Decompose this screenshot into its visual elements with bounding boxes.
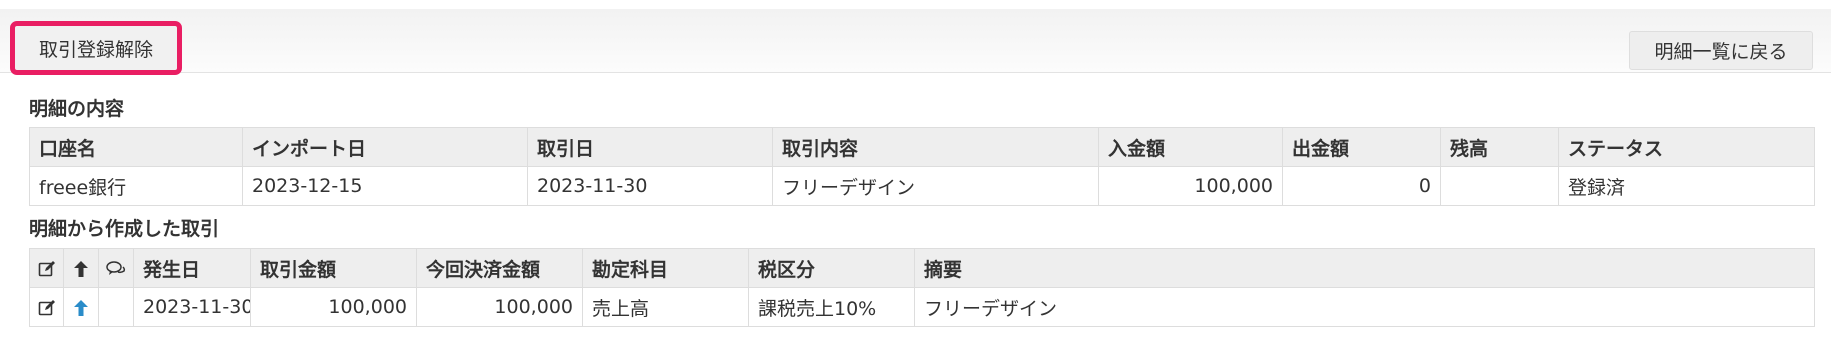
- arrow-column-header: [63, 248, 99, 288]
- column-header-import-date: インポート日: [242, 127, 528, 167]
- column-header-deposit: 入金額: [1098, 127, 1283, 167]
- column-header-transaction-date: 取引日: [527, 127, 773, 167]
- cell-import-date: 2023-12-15: [242, 166, 528, 206]
- column-header-date: 発生日: [133, 248, 251, 288]
- statement-table: 口座名 インポート日 取引日 取引内容 入金額 出金額 残高 ステータス fre…: [29, 127, 1815, 206]
- cell-transaction-date: 2023-11-30: [527, 166, 773, 206]
- column-header-tax-category: 税区分: [748, 248, 915, 288]
- arrow-up-icon[interactable]: [73, 299, 89, 317]
- cell-account-item: 売上高: [582, 287, 749, 327]
- edit-icon: [38, 260, 55, 276]
- cell-amount: 100,000: [250, 287, 417, 327]
- cell-account: freee銀行: [29, 166, 243, 206]
- column-header-withdrawal: 出金額: [1282, 127, 1441, 167]
- comment-column-header: [98, 248, 134, 288]
- column-header-amount: 取引金額: [250, 248, 417, 288]
- arrow-up-icon: [74, 260, 88, 277]
- column-header-settled-amount: 今回決済金額: [416, 248, 583, 288]
- unregister-transaction-button[interactable]: 取引登録解除: [10, 21, 182, 75]
- back-to-statement-list-button[interactable]: 明細一覧に戻る: [1629, 31, 1813, 70]
- statement-section-title: 明細の内容: [29, 98, 125, 120]
- column-header-memo: 摘要: [914, 248, 1815, 288]
- column-header-account: 口座名: [29, 127, 243, 167]
- statement-header-row: 口座名 インポート日 取引日 取引内容 入金額 出金額 残高 ステータス: [29, 127, 1815, 167]
- cell-date: 2023-11-30: [133, 287, 251, 327]
- column-header-balance: 残高: [1440, 127, 1559, 167]
- cell-balance: [1440, 166, 1559, 206]
- transactions-header-row: 発生日 取引金額 今回決済金額 勘定科目 税区分 摘要: [29, 248, 1815, 288]
- jump-to-transaction-cell[interactable]: [63, 287, 99, 327]
- comment-cell: [98, 287, 134, 327]
- table-row: 2023-11-30 100,000 100,000 売上高 課税売上10% フ…: [29, 287, 1815, 327]
- column-header-description: 取引内容: [772, 127, 1099, 167]
- column-header-account-item: 勘定科目: [582, 248, 749, 288]
- cell-status: 登録済: [1558, 166, 1815, 206]
- edit-transaction-cell[interactable]: [29, 287, 64, 327]
- table-row: freee銀行 2023-12-15 2023-11-30 フリーデザイン 10…: [29, 166, 1815, 206]
- cell-description: フリーデザイン: [772, 166, 1099, 206]
- transactions-section-title: 明細から作成した取引: [29, 218, 220, 240]
- comment-icon: [106, 260, 126, 275]
- cell-tax-category: 課税売上10%: [748, 287, 915, 327]
- cell-withdrawal: 0: [1282, 166, 1441, 206]
- cell-settled-amount: 100,000: [416, 287, 583, 327]
- cell-deposit: 100,000: [1098, 166, 1283, 206]
- edit-icon[interactable]: [38, 299, 56, 317]
- top-strip: [0, 0, 1831, 9]
- transactions-table: 発生日 取引金額 今回決済金額 勘定科目 税区分 摘要 2023-11-30 1…: [29, 248, 1815, 327]
- cell-memo: フリーデザイン: [914, 287, 1815, 327]
- edit-column-header: [29, 248, 64, 288]
- toolbar: 取引登録解除 明細一覧に戻る: [0, 9, 1831, 75]
- column-header-status: ステータス: [1558, 127, 1815, 167]
